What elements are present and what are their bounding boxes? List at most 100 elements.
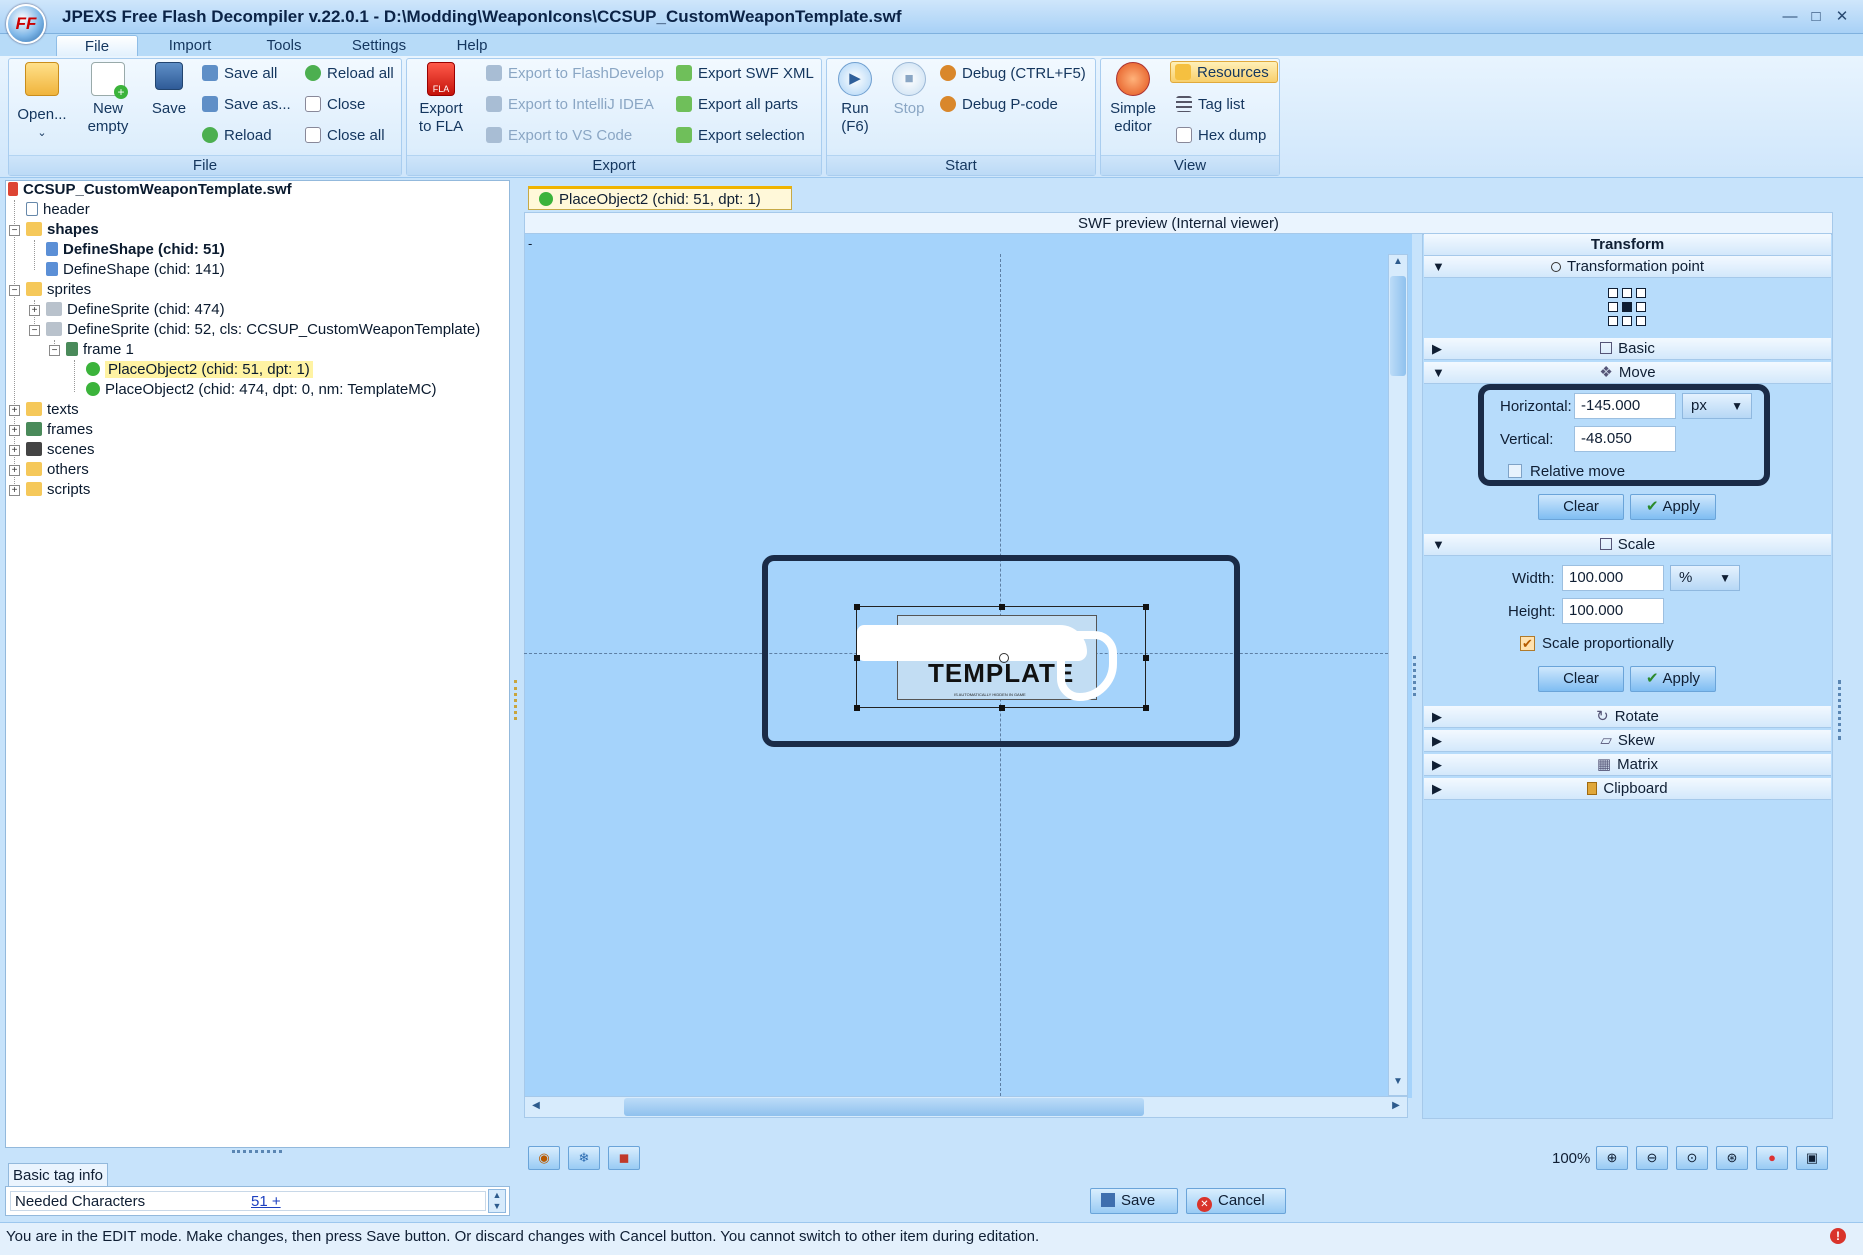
hex-dump-button[interactable]: Hex dump — [1176, 125, 1266, 147]
point-mr[interactable] — [1636, 302, 1646, 312]
reload-button[interactable]: Reload — [202, 125, 272, 147]
section-clipboard[interactable]: ▶ Clipboard — [1424, 778, 1831, 800]
export-vscode-button[interactable]: Export to VS Code — [486, 125, 632, 147]
section-move[interactable]: ▼ ❖ Move — [1424, 362, 1831, 384]
expand-others-icon[interactable]: + — [9, 465, 20, 476]
resize-handle-n[interactable] — [999, 604, 1005, 610]
tree-item-scripts[interactable]: scripts — [26, 480, 90, 500]
scale-apply-button[interactable]: ✔ Apply — [1630, 666, 1716, 692]
zoom-actual-button[interactable]: ⊙ — [1676, 1146, 1708, 1170]
zoom-fit-button[interactable]: ⊛ — [1716, 1146, 1748, 1170]
freeze-toggle[interactable]: ❄ — [568, 1146, 600, 1170]
export-swf-xml-button[interactable]: Export SWF XML — [676, 63, 814, 85]
open-button[interactable]: Open... ⌄ — [14, 62, 70, 142]
tree-item-sprites[interactable]: sprites — [26, 280, 91, 300]
resize-handle-s[interactable] — [999, 705, 1005, 711]
section-matrix[interactable]: ▶ ▦ Matrix — [1424, 754, 1831, 776]
tree-item-frames[interactable]: frames — [26, 420, 93, 440]
resize-handle-se[interactable] — [1143, 705, 1149, 711]
scale-proportionally-checkbox[interactable]: ✔ — [1520, 636, 1535, 651]
reload-all-button[interactable]: Reload all — [305, 63, 394, 85]
run-button[interactable]: ▶ Run (F6) — [830, 62, 880, 136]
section-skew[interactable]: ▶ ▱ Skew — [1424, 730, 1831, 752]
section-rotate[interactable]: ▶ ↻ Rotate — [1424, 706, 1831, 728]
scroll-up-icon[interactable]: ▲ — [1390, 256, 1406, 272]
point-bc[interactable] — [1622, 316, 1632, 326]
move-clear-button[interactable]: Clear — [1538, 494, 1624, 520]
scale-unit-select[interactable]: % ▼ — [1670, 565, 1740, 591]
tree-item-sprite-52[interactable]: DefineSprite (chid: 52, cls: CCSUP_Custo… — [46, 320, 480, 340]
section-basic[interactable]: ▶ Basic — [1424, 338, 1831, 360]
horizontal-scroll-thumb[interactable] — [624, 1098, 1144, 1116]
expand-scenes-icon[interactable]: + — [9, 445, 20, 456]
point-ml[interactable] — [1608, 302, 1618, 312]
tree-item-texts[interactable]: texts — [26, 400, 79, 420]
expand-texts-icon[interactable]: + — [9, 405, 20, 416]
simple-editor-button[interactable]: Simple editor — [1104, 62, 1162, 136]
debug-pcode-button[interactable]: Debug P-code — [940, 94, 1058, 116]
save-button[interactable]: Save — [1090, 1188, 1178, 1214]
tree-item-place-51[interactable]: PlaceObject2 (chid: 51, dpt: 1) — [86, 360, 313, 380]
tree-item-root[interactable]: CCSUP_CustomWeaponTemplate.swf — [8, 180, 292, 200]
preview-vertical-scrollbar[interactable] — [1388, 254, 1408, 1096]
collapse-shapes-icon[interactable]: − — [9, 225, 20, 236]
relative-move-checkbox[interactable] — [1508, 464, 1522, 478]
scroll-right-icon[interactable]: ▶ — [1388, 1100, 1404, 1116]
tab-help[interactable]: Help — [436, 35, 508, 56]
vertical-scroll-thumb[interactable] — [1390, 276, 1406, 376]
point-tl[interactable] — [1608, 288, 1618, 298]
section-transformation-point[interactable]: ▼ Transformation point — [1424, 256, 1831, 278]
export-intellij-button[interactable]: Export to IntelliJ IDEA — [486, 94, 654, 116]
point-tc[interactable] — [1622, 288, 1632, 298]
resize-handle-ne[interactable] — [1143, 604, 1149, 610]
tree-item-header[interactable]: header — [26, 200, 90, 220]
tab-file[interactable]: File — [56, 35, 138, 56]
sound-toggle[interactable]: ◼ — [608, 1146, 640, 1170]
collapse-sprites-icon[interactable]: − — [9, 285, 20, 296]
debug-button[interactable]: Debug (CTRL+F5) — [940, 63, 1086, 85]
tag-info-scroll[interactable]: ▲ ▼ — [488, 1189, 506, 1213]
width-input[interactable]: 100.000 — [1562, 565, 1664, 591]
point-tr[interactable] — [1636, 288, 1646, 298]
point-br[interactable] — [1636, 316, 1646, 326]
section-scale[interactable]: ▼ Scale — [1424, 534, 1831, 556]
resize-handle-sw[interactable] — [854, 705, 860, 711]
zoom-in-button[interactable]: ⊕ — [1596, 1146, 1628, 1170]
stop-button[interactable]: ■ Stop — [884, 62, 934, 118]
tree-item-place-474[interactable]: PlaceObject2 (chid: 474, dpt: 0, nm: Tem… — [86, 380, 437, 400]
app-logo-icon[interactable]: FF — [6, 4, 46, 44]
snapshot-button[interactable]: ▣ — [1796, 1146, 1828, 1170]
tab-tools[interactable]: Tools — [246, 35, 322, 56]
scroll-left-icon[interactable]: ◀ — [528, 1100, 544, 1116]
save-as-button[interactable]: Save as... — [202, 94, 291, 116]
close-all-button[interactable]: Close all — [305, 125, 385, 147]
close-window-icon[interactable]: ✕ — [1832, 8, 1852, 26]
new-empty-button[interactable]: + New empty — [80, 62, 136, 136]
selection-bounds[interactable]: TEMPLATE IS AUTOMATICALLY HIDDEN IN GAME — [854, 604, 1149, 711]
tree-item-others[interactable]: others — [26, 460, 89, 480]
tree-item-sprite-474[interactable]: DefineSprite (chid: 474) — [46, 300, 225, 320]
export-flashdevelop-button[interactable]: Export to FlashDevelop — [486, 63, 664, 85]
show-preview-toggle[interactable]: ◉ — [528, 1146, 560, 1170]
resize-handle-nw[interactable] — [854, 604, 860, 610]
tree-item-shape-51[interactable]: DefineShape (chid: 51) — [46, 240, 225, 260]
transformation-point-grid[interactable] — [1608, 288, 1646, 326]
export-to-fla-button[interactable]: FLA Export to FLA — [412, 62, 470, 136]
collapse-sprite-52-icon[interactable]: − — [29, 325, 40, 336]
save-ribbon-button[interactable]: Save — [144, 62, 194, 118]
basic-tag-info-tab[interactable]: Basic tag info — [8, 1163, 108, 1187]
move-apply-button[interactable]: ✔ Apply — [1630, 494, 1716, 520]
tree-item-shapes[interactable]: shapes — [26, 220, 99, 240]
zoom-out-button[interactable]: ⊖ — [1636, 1146, 1668, 1170]
close-button[interactable]: Close — [305, 94, 365, 116]
tree-item-shape-141[interactable]: DefineShape (chid: 141) — [46, 260, 225, 280]
expand-scripts-icon[interactable]: + — [9, 485, 20, 496]
tree-item-scenes[interactable]: scenes — [26, 440, 95, 460]
left-splitter-handle[interactable] — [514, 680, 520, 720]
move-unit-select[interactable]: px ▼ — [1682, 393, 1752, 419]
editor-tab[interactable]: PlaceObject2 (chid: 51, dpt: 1) — [528, 186, 792, 210]
resize-handle-e[interactable] — [1143, 655, 1149, 661]
export-selection-button[interactable]: Export selection — [676, 125, 805, 147]
maximize-icon[interactable]: □ — [1806, 8, 1826, 26]
minimize-icon[interactable]: — — [1780, 8, 1800, 26]
